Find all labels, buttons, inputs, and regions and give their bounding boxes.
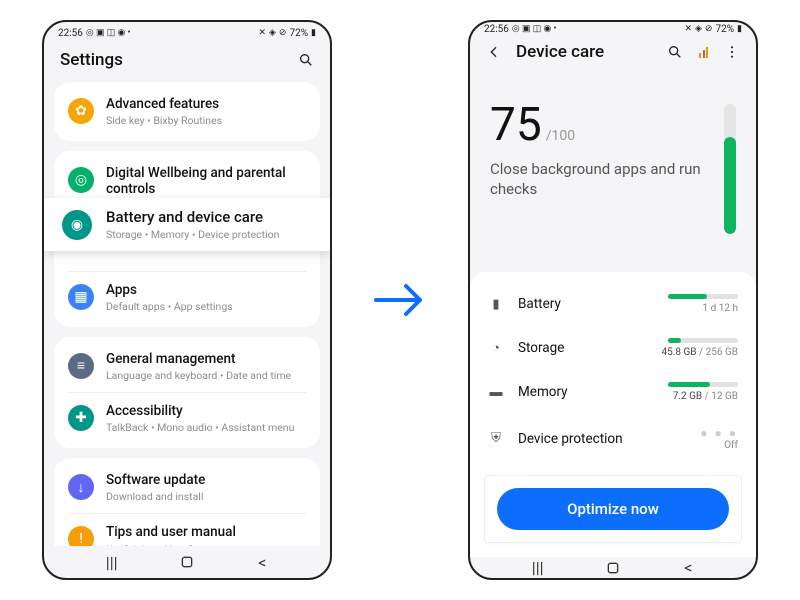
status-icons-left: ◎ ▣ ◫ ◉ • xyxy=(512,24,557,34)
item-sub: Default apps • App settings xyxy=(106,300,306,313)
status-battery-icon: ▮ xyxy=(311,28,316,38)
device-care-title: Device care xyxy=(516,42,604,62)
device-care-screen: 22:56 ◎ ▣ ◫ ◉ • ✕ ◈ ⊘ 72% ▮ Device care xyxy=(468,20,758,580)
status-time: 22:56 xyxy=(484,24,509,35)
settings-item-accessibility[interactable]: ✚ Accessibility TalkBack • Mono audio • … xyxy=(54,393,320,444)
settings-screen: 22:56 ◎ ▣ ◫ ◉ • ✕ ◈ ⊘ 72% ▮ Settings ✿ xyxy=(42,20,332,580)
metric-value: 45.8 GB / 256 GB xyxy=(650,347,738,358)
status-battery-pct: 72% xyxy=(715,24,734,35)
item-title: Digital Wellbeing and parental controls xyxy=(106,165,306,197)
metric-value: 7.2 GB / 12 GB xyxy=(650,391,738,402)
settings-item-tips[interactable]: ! Tips and user manual Useful tips • New… xyxy=(54,514,320,546)
metric-protection[interactable]: ⛨ Device protection ● ● ● Off xyxy=(486,414,740,463)
score-denominator: /100 xyxy=(546,128,575,144)
optimize-button[interactable]: Optimize now xyxy=(497,488,729,530)
status-battery-pct: 72% xyxy=(289,28,308,39)
metric-memory[interactable]: ▬ Memory 7.2 GB / 12 GB xyxy=(486,370,740,414)
status-battery-icon: ▮ xyxy=(737,24,742,34)
optimize-section: Optimize now xyxy=(470,467,756,557)
metric-label: Battery xyxy=(518,296,636,312)
item-sub: Language and keyboard • Date and time xyxy=(106,369,306,382)
metric-label: Memory xyxy=(518,384,636,400)
gear-icon: ✿ xyxy=(68,98,94,124)
settings-list[interactable]: ✿ Advanced features Side key • Bixby Rou… xyxy=(44,80,330,546)
item-sub: Storage • Memory • Device protection xyxy=(106,228,312,241)
item-title: Tips and user manual xyxy=(106,524,306,540)
item-title: Software update xyxy=(106,472,306,488)
score-section: 75 /100 Close background apps and run ch… xyxy=(470,72,756,272)
status-mute-icon: ✕ xyxy=(684,24,692,34)
metric-label: Storage xyxy=(518,340,636,356)
item-title: Apps xyxy=(106,282,306,298)
item-sub: Download and install xyxy=(106,490,306,503)
shield-icon: ⛨ xyxy=(488,431,504,446)
settings-item-general[interactable]: ≡ General management Language and keyboa… xyxy=(54,341,320,392)
status-mute-icon: ✕ xyxy=(258,28,266,38)
item-title: Accessibility xyxy=(106,403,306,419)
status-bar: 22:56 ◎ ▣ ◫ ◉ • ✕ ◈ ⊘ 72% ▮ xyxy=(470,22,756,36)
item-title: Advanced features xyxy=(106,96,306,112)
settings-item-device-care-highlighted[interactable]: ◉ Battery and device care Storage • Memo… xyxy=(44,198,330,251)
item-sub: TalkBack • Mono audio • Assistant menu xyxy=(106,421,306,434)
status-icons-left: ◎ ▣ ◫ ◉ • xyxy=(86,28,131,38)
settings-title: Settings xyxy=(60,50,123,70)
accessibility-icon: ✚ xyxy=(68,405,94,431)
status-bar: 22:56 ◎ ▣ ◫ ◉ • ✕ ◈ ⊘ 72% ▮ xyxy=(44,22,330,44)
status-block-icon: ⊘ xyxy=(279,28,287,38)
nav-bar: ||| < xyxy=(470,557,756,578)
metric-label: Device protection xyxy=(518,431,636,447)
metrics-card: ▮ Battery 1 d 12 h ◔ Storage 45.8 GB / 2… xyxy=(470,272,756,467)
update-icon: ↓ xyxy=(68,474,94,500)
item-title: General management xyxy=(106,351,306,367)
transition-arrow-icon xyxy=(372,276,428,324)
settings-item-update[interactable]: ↓ Software update Download and install xyxy=(54,462,320,513)
nav-bar: ||| < xyxy=(44,546,330,578)
metric-battery[interactable]: ▮ Battery 1 d 12 h xyxy=(486,282,740,326)
score-value: 75 xyxy=(490,98,542,152)
item-title: Battery and device care xyxy=(106,208,312,226)
dots-indicator: ● ● ● xyxy=(650,426,738,440)
settings-item-advanced[interactable]: ✿ Advanced features Side key • Bixby Rou… xyxy=(54,86,320,137)
metric-value: 1 d 12 h xyxy=(650,303,738,314)
chart-icon[interactable] xyxy=(699,46,708,58)
settings-header: Settings xyxy=(44,44,330,80)
storage-icon: ◔ xyxy=(488,340,504,356)
status-time: 22:56 xyxy=(58,28,83,39)
nav-home-icon[interactable] xyxy=(178,553,196,571)
status-wifi-icon: ◈ xyxy=(695,24,702,34)
item-sub: Side key • Bixby Routines xyxy=(106,114,306,127)
status-wifi-icon: ◈ xyxy=(269,28,276,38)
battery-icon: ▮ xyxy=(488,297,504,312)
back-icon[interactable] xyxy=(486,44,502,60)
search-icon[interactable] xyxy=(667,44,683,60)
nav-back-icon[interactable]: < xyxy=(679,559,697,577)
search-icon[interactable] xyxy=(298,52,314,68)
settings-item-apps[interactable]: ▦ Apps Default apps • App settings xyxy=(54,272,320,323)
metric-value: Off xyxy=(650,440,738,451)
nav-recent-icon[interactable]: ||| xyxy=(529,559,547,577)
nav-home-icon[interactable] xyxy=(604,559,622,577)
wellbeing-icon: ◎ xyxy=(68,167,94,193)
status-block-icon: ⊘ xyxy=(705,24,713,34)
apps-icon: ▦ xyxy=(68,284,94,310)
device-care-icon: ◉ xyxy=(62,210,92,240)
tips-icon: ! xyxy=(68,526,94,546)
metric-storage[interactable]: ◔ Storage 45.8 GB / 256 GB xyxy=(486,326,740,370)
nav-back-icon[interactable]: < xyxy=(253,553,271,571)
item-sub: Useful tips • New features xyxy=(106,543,306,547)
general-icon: ≡ xyxy=(68,353,94,379)
nav-recent-icon[interactable]: ||| xyxy=(103,553,121,571)
more-icon[interactable] xyxy=(724,44,740,60)
score-gauge xyxy=(724,104,736,234)
score-message: Close background apps and run checks xyxy=(490,160,736,199)
device-care-header: Device care xyxy=(470,36,756,72)
memory-icon: ▬ xyxy=(488,384,504,400)
